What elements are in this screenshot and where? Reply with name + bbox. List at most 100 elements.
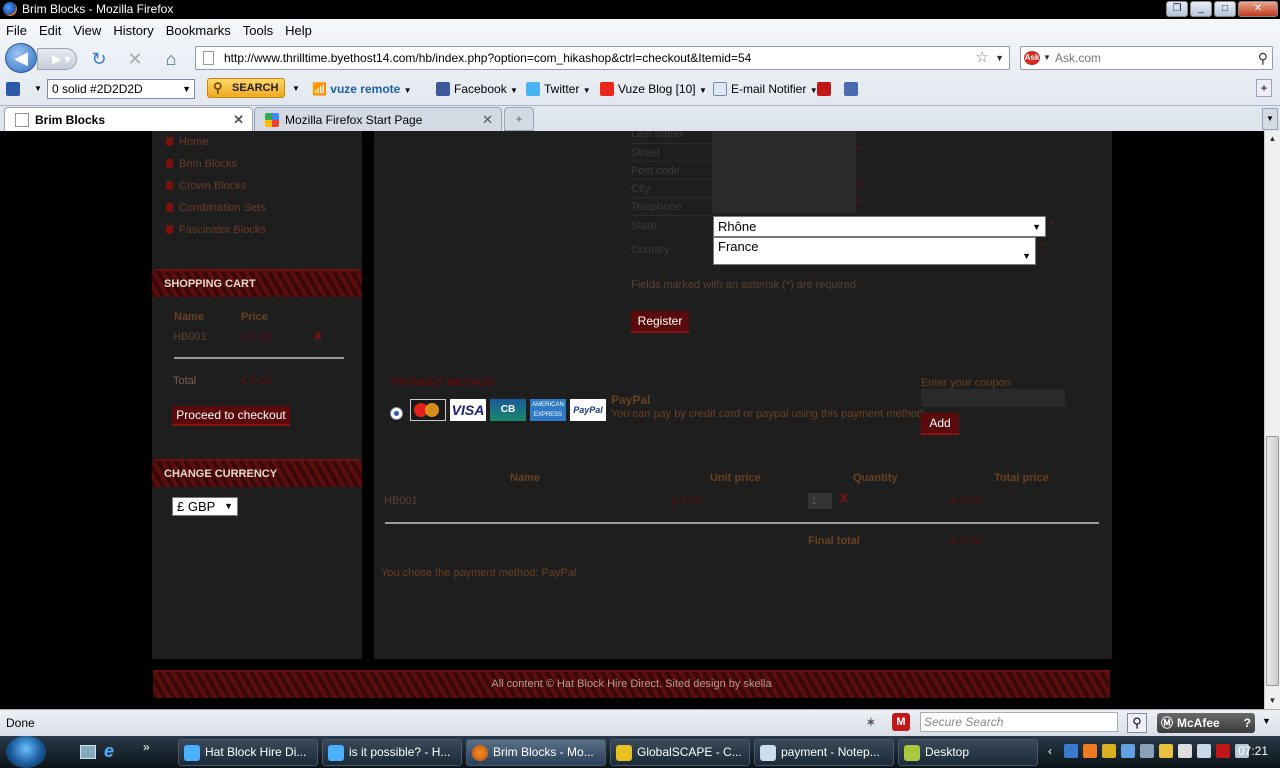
tray-icon[interactable] [1102, 744, 1116, 758]
clock[interactable]: 07:21 [1238, 744, 1268, 758]
secure-search-input[interactable]: Secure Search [920, 712, 1118, 732]
maximize-button[interactable]: □ [1214, 1, 1236, 17]
help-icon: ? [1243, 716, 1251, 730]
home-icon[interactable]: ⌂ [160, 48, 182, 70]
forward-button[interactable]: ▶ ▾ [37, 48, 77, 70]
toolbar-search-button[interactable]: ⚲ SEARCH [207, 78, 285, 98]
internet-explorer-icon[interactable]: e [104, 741, 114, 762]
vuze-blog-button[interactable]: Vuze Blog [10] ▼ [600, 79, 707, 99]
toolbar-add-button[interactable]: + [1256, 79, 1272, 97]
task-brim-blocks[interactable]: Brim Blocks - Mo... [466, 739, 606, 766]
show-desktop-icon[interactable] [80, 745, 96, 759]
back-button[interactable]: ◀ [5, 43, 37, 73]
nav-fascinator-blocks[interactable]: Fascinator Blocks [166, 224, 266, 236]
scroll-down-icon[interactable]: ▼ [1265, 693, 1280, 709]
search-bar[interactable]: Ask ▼ Ask.com ⚲ [1020, 46, 1273, 70]
tab-list-icon[interactable]: ▼ [1262, 108, 1278, 130]
nav-brim-blocks[interactable]: Brim Blocks [166, 158, 237, 170]
close-tab-icon[interactable]: ✕ [233, 108, 244, 132]
paypal-radio[interactable] [390, 407, 403, 420]
order-remove-icon[interactable]: X [840, 491, 848, 505]
vuze-remote-button[interactable]: 📶 vuze remote ▼ [312, 79, 412, 99]
windows-taskbar: e » Hat Block Hire Di... is it possible?… [0, 736, 1280, 768]
nav-home[interactable]: Home [166, 136, 208, 148]
nav-combination-sets[interactable]: Combination Sets [166, 202, 266, 214]
quantity-input[interactable]: 1 [808, 493, 832, 509]
mcafee-button[interactable]: Ⓜ McAfee ? [1157, 713, 1255, 733]
addon-icon-1[interactable] [817, 79, 835, 99]
menu-tools[interactable]: Tools [243, 23, 273, 38]
menu-file[interactable]: File [6, 23, 27, 38]
toolbar-logo-dropdown-icon[interactable]: ▼ [34, 79, 42, 99]
quicklaunch-more-icon[interactable]: » [143, 740, 150, 754]
search-icon[interactable]: ⚲ [1258, 47, 1268, 69]
country-select[interactable]: France ▼ [713, 237, 1036, 265]
start-button[interactable] [6, 736, 46, 768]
task-is-it-possible[interactable]: is it possible? - H... [322, 739, 462, 766]
tray-icon[interactable] [1121, 744, 1135, 758]
network-icon[interactable] [1197, 744, 1211, 758]
addon-icon-2[interactable] [844, 79, 862, 99]
add-coupon-button[interactable]: Add [921, 413, 959, 435]
order-item-name[interactable]: HB001 [384, 495, 418, 507]
menu-bookmarks[interactable]: Bookmarks [166, 23, 231, 38]
mail-icon [713, 82, 727, 96]
close-tab-icon[interactable]: ✕ [482, 108, 493, 132]
minimize-button[interactable]: _ [1190, 1, 1212, 17]
new-tab-button[interactable]: + [504, 107, 534, 131]
cart-total-label: Total [173, 375, 197, 387]
register-button[interactable]: Register [631, 311, 689, 333]
menu-edit[interactable]: Edit [39, 23, 61, 38]
menu-help[interactable]: Help [285, 23, 312, 38]
addon-status-icon[interactable]: ✶ [865, 714, 877, 731]
url-dropdown-icon[interactable]: ▼ [995, 47, 1004, 69]
required-asterisk: * [856, 144, 861, 156]
proceed-to-checkout-button[interactable]: Proceed to checkout [172, 406, 290, 426]
stop-icon[interactable]: ✕ [124, 48, 146, 70]
ask-icon: Ask [1024, 51, 1040, 65]
tab-brim-blocks[interactable]: Brim Blocks ✕ [4, 107, 253, 132]
tray-expand-icon[interactable]: ‹ [1048, 744, 1052, 758]
order-item-total: £ 5.00 [951, 495, 982, 507]
menu-history[interactable]: History [113, 23, 153, 38]
toolbar-logo-icon[interactable] [6, 79, 24, 99]
tray-icon[interactable] [1083, 744, 1097, 758]
tray-icon[interactable] [1216, 744, 1230, 758]
secure-search-icon[interactable]: ⚲ [1127, 713, 1147, 733]
bookmark-star-icon[interactable]: ☆ [976, 47, 989, 69]
coupon-input[interactable] [921, 389, 1065, 407]
facebook-button[interactable]: Facebook ▼ [436, 79, 518, 99]
menu-view[interactable]: View [73, 23, 101, 38]
tray-icon[interactable] [1140, 744, 1154, 758]
cart-item-name[interactable]: HB001 [173, 331, 207, 343]
restore-window-button[interactable]: ❐ [1166, 1, 1188, 17]
task-hat-block-hire[interactable]: Hat Block Hire Di... [178, 739, 318, 766]
tray-icon[interactable] [1064, 744, 1078, 758]
cart-remove-icon[interactable]: X [314, 329, 322, 343]
url-bar[interactable]: http://www.thrilltime.byethost14.com/hb/… [195, 46, 1010, 70]
scroll-up-icon[interactable]: ▲ [1265, 131, 1280, 147]
task-globalscape[interactable]: GlobalSCAPE - C... [610, 739, 750, 766]
tab-firefox-start[interactable]: Mozilla Firefox Start Page ✕ [254, 107, 502, 132]
scrollbar-thumb[interactable] [1266, 436, 1279, 686]
reload-icon[interactable]: ↻ [88, 48, 110, 70]
nav-crown-blocks[interactable]: Crown Blocks [166, 180, 246, 192]
email-notifier-button[interactable]: E-mail Notifier ▼ [713, 79, 818, 99]
browser-chrome: File Edit View History Bookmarks Tools H… [0, 19, 1280, 132]
twitter-button[interactable]: Twitter ▼ [526, 79, 591, 99]
state-select[interactable]: Rhône ▼ [713, 216, 1046, 237]
tray-icon[interactable] [1159, 744, 1173, 758]
task-payment-notepad[interactable]: payment - Notep... [754, 739, 894, 766]
mcafee-shield-icon[interactable]: M [892, 713, 910, 731]
tray-icon[interactable] [1178, 744, 1192, 758]
close-window-button[interactable]: ✕ [1238, 1, 1278, 17]
form-row-divider [631, 179, 713, 180]
address-fields[interactable] [712, 131, 856, 213]
vertical-scrollbar[interactable]: ▲ ▼ [1264, 131, 1280, 709]
toolbar-search-dropdown-icon[interactable]: ▼ [292, 79, 300, 99]
currency-select[interactable]: £ GBP ▼ [172, 497, 238, 516]
toolbar-combo[interactable]: 0 solid #2D2D2D ▼ [47, 79, 195, 99]
search-engine-dropdown-icon[interactable]: ▼ [1043, 47, 1051, 69]
task-desktop[interactable]: Desktop [898, 739, 1038, 766]
mcafee-dropdown-icon[interactable]: ▼ [1262, 716, 1271, 726]
